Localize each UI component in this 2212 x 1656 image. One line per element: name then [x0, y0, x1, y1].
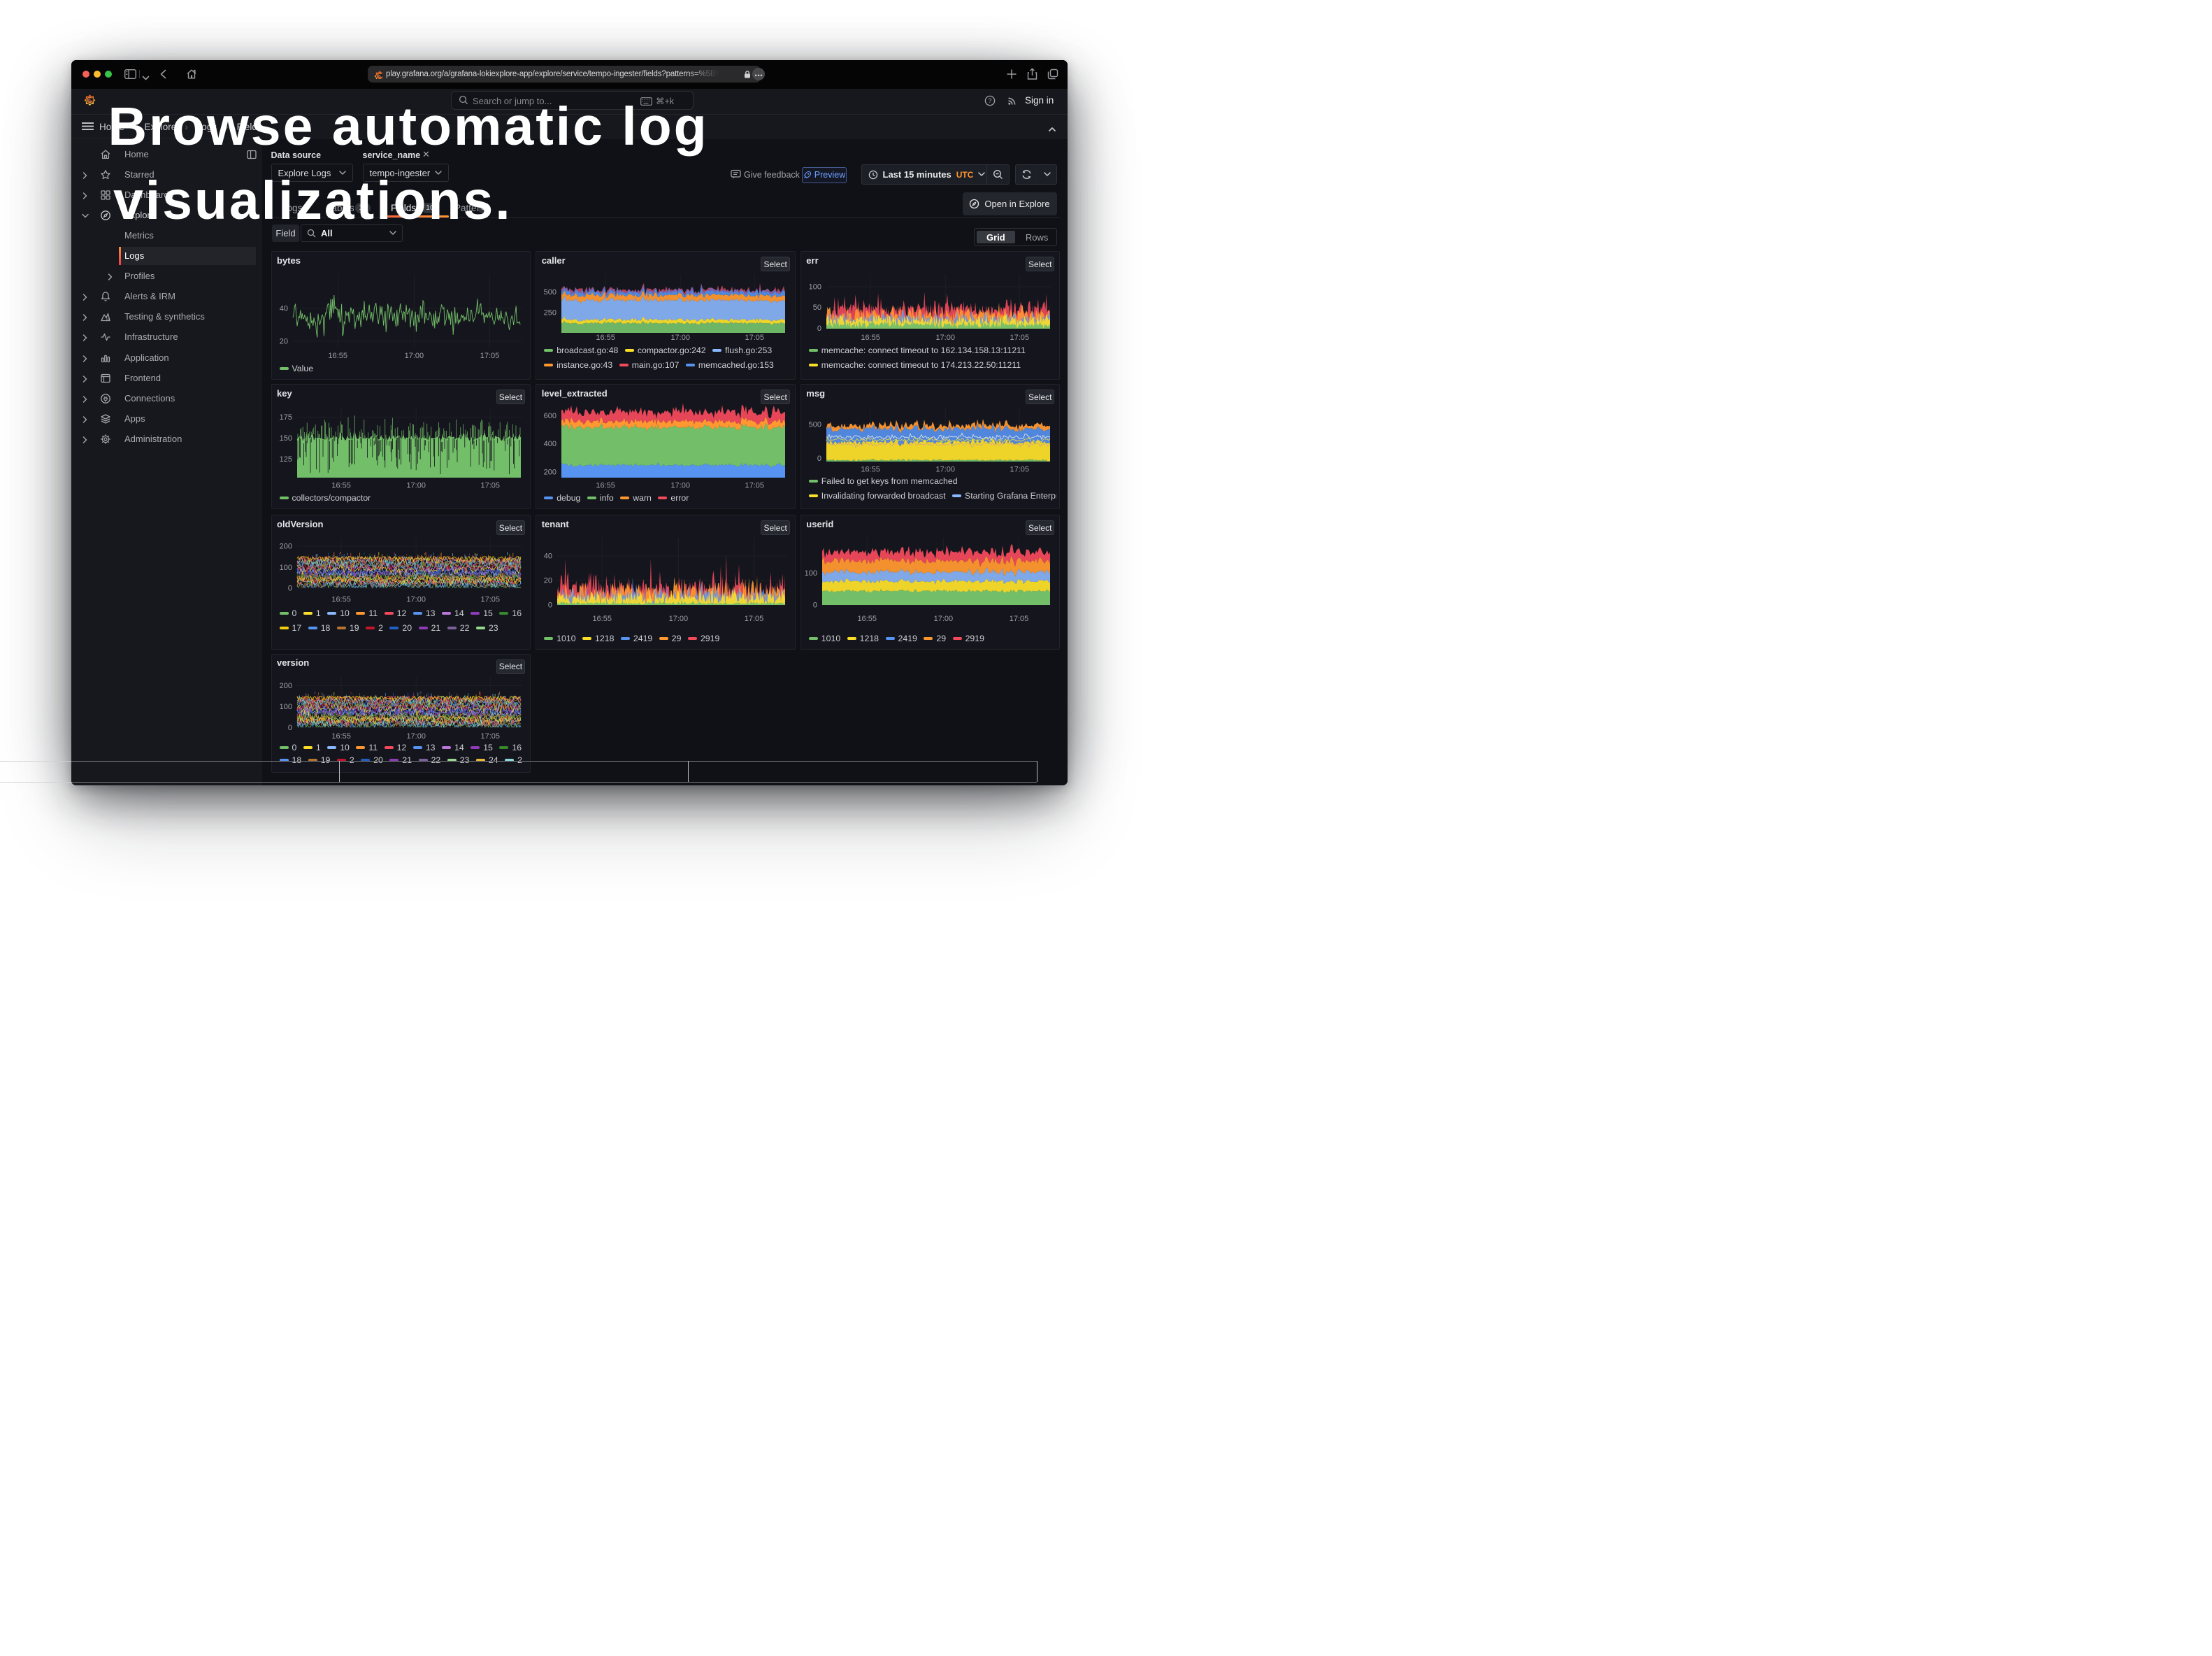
svg-text:40: 40: [544, 552, 552, 561]
svg-text:500: 500: [808, 421, 821, 429]
svg-text:16:55: 16:55: [331, 481, 351, 490]
svg-text:17:05: 17:05: [480, 352, 499, 360]
svg-text:200: 200: [279, 682, 292, 690]
svg-text:17:05: 17:05: [1010, 334, 1028, 342]
svg-text:16:55: 16:55: [328, 352, 347, 360]
svg-text:16:55: 16:55: [861, 334, 880, 342]
svg-text:100: 100: [804, 569, 817, 578]
svg-text:100: 100: [279, 564, 292, 572]
svg-text:?: ?: [988, 97, 991, 104]
svg-text:17:00: 17:00: [669, 615, 689, 623]
svg-text:17:05: 17:05: [480, 595, 499, 604]
svg-text:20: 20: [544, 577, 552, 585]
svg-text:250: 250: [544, 309, 556, 317]
svg-text:0: 0: [817, 324, 821, 333]
svg-text:16:55: 16:55: [861, 465, 880, 473]
svg-text:17:05: 17:05: [1010, 465, 1028, 473]
svg-text:125: 125: [279, 455, 292, 464]
svg-text:0: 0: [813, 601, 817, 609]
svg-text:0: 0: [287, 723, 292, 731]
svg-text:17:05: 17:05: [480, 731, 499, 740]
svg-text:17:00: 17:00: [671, 334, 691, 342]
svg-text:16:55: 16:55: [593, 615, 612, 623]
svg-text:40: 40: [279, 305, 287, 313]
svg-text:17:00: 17:00: [935, 334, 955, 342]
svg-text:20: 20: [279, 337, 287, 345]
svg-text:16:55: 16:55: [596, 334, 616, 342]
svg-text:17:00: 17:00: [406, 481, 426, 490]
svg-text:16:55: 16:55: [596, 481, 616, 490]
svg-text:150: 150: [279, 434, 292, 443]
svg-text:0: 0: [817, 455, 821, 463]
svg-text:16:55: 16:55: [331, 731, 351, 740]
svg-text:16:55: 16:55: [857, 615, 877, 623]
svg-text:17:05: 17:05: [745, 481, 764, 490]
svg-text:17:00: 17:00: [933, 615, 953, 623]
svg-text:0: 0: [548, 601, 552, 609]
svg-text:50: 50: [813, 304, 821, 312]
svg-text:17:00: 17:00: [935, 465, 955, 473]
svg-text:k6: k6: [106, 317, 110, 321]
svg-text:500: 500: [544, 288, 556, 297]
svg-text:100: 100: [808, 283, 821, 292]
svg-text:16:55: 16:55: [331, 595, 351, 604]
svg-text:17:05: 17:05: [745, 615, 764, 623]
svg-text:17:05: 17:05: [480, 481, 499, 490]
svg-text:200: 200: [544, 468, 556, 476]
svg-text:17:05: 17:05: [1010, 615, 1029, 623]
svg-text:100: 100: [279, 703, 292, 711]
svg-text:200: 200: [279, 543, 292, 551]
svg-text:17:00: 17:00: [404, 352, 424, 360]
svg-text:175: 175: [279, 413, 292, 422]
svg-text:600: 600: [544, 412, 556, 420]
svg-text:0: 0: [287, 584, 292, 592]
svg-text:17:05: 17:05: [745, 334, 764, 342]
svg-text:17:00: 17:00: [671, 481, 691, 490]
svg-text:17:00: 17:00: [406, 731, 426, 740]
svg-text:400: 400: [544, 440, 556, 448]
svg-text:17:00: 17:00: [406, 595, 426, 604]
